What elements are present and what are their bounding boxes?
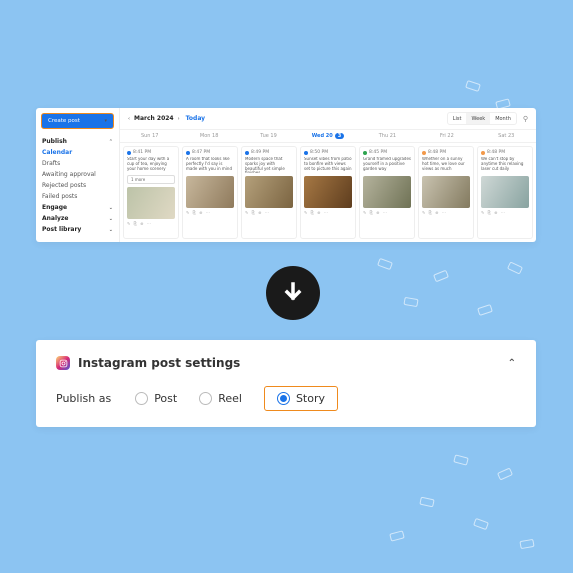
calendar-panel: Create post ▾ Publish⌃CalendarDraftsAwai…	[36, 108, 536, 242]
status-dot	[481, 151, 485, 155]
post-card[interactable]: 8:47 PM A room that looks like perfectly…	[182, 146, 238, 239]
post-actions[interactable]: ✎ ⎘ ⊕ ⋯	[363, 210, 411, 215]
post-actions[interactable]: ✎ ⎘ ⊕ ⋯	[422, 210, 470, 215]
create-post-button[interactable]: Create post ▾	[41, 113, 114, 129]
more-pill[interactable]: 1 more	[127, 175, 175, 184]
radio-label: Story	[296, 392, 325, 405]
status-dot	[186, 151, 190, 155]
sidebar-item[interactable]: Analyze⌄	[42, 213, 113, 224]
post-time: 8:45 PM	[369, 150, 387, 155]
post-image	[481, 176, 529, 208]
post-actions[interactable]: ✎ ⎘ ⊕ ⋯	[186, 210, 234, 215]
status-dot	[127, 151, 131, 155]
toolbar: ‹ March 2024 › Today ListWeekMonth ⚲	[120, 108, 536, 130]
day-header[interactable]: Sat 23	[477, 130, 536, 142]
settings-header[interactable]: Instagram post settings ⌃	[56, 356, 516, 370]
post-actions[interactable]: ✎ ⎘ ⊕ ⋯	[127, 221, 175, 226]
post-actions[interactable]: ✎ ⎘ ⊕ ⋯	[304, 210, 352, 215]
sidebar-item[interactable]: Awaiting approval	[42, 169, 113, 180]
post-text: A room that looks like perfectly I'd say…	[186, 157, 234, 173]
sidebar-item[interactable]: Publish⌃	[42, 136, 113, 147]
sidebar-item[interactable]: Calendar	[42, 147, 113, 158]
day-header[interactable]: Fri 22	[417, 130, 476, 142]
sidebar-item[interactable]: Failed posts	[42, 191, 113, 202]
post-time: 8:48 PM	[487, 150, 505, 155]
filter-icon[interactable]: ⚲	[523, 115, 528, 123]
publish-as-row: Publish as Post Reel Story	[56, 386, 516, 411]
sidebar: Create post ▾ Publish⌃CalendarDraftsAwai…	[36, 108, 120, 242]
day-headers: Sun 17Mon 18Tue 19Wed 203Thu 21Fri 22Sat…	[120, 130, 536, 143]
publish-as-label: Publish as	[56, 392, 111, 405]
radio-icon	[135, 392, 148, 405]
status-dot	[245, 151, 249, 155]
post-actions[interactable]: ✎ ⎘ ⊕ ⋯	[245, 210, 293, 215]
post-text: Modern space that sparks joy with beauti…	[245, 157, 293, 173]
arrow-down-icon	[266, 266, 320, 320]
view-option[interactable]: List	[448, 113, 467, 124]
chevron-down-icon: ▾	[104, 118, 107, 124]
settings-title: Instagram post settings	[78, 356, 240, 370]
post-image	[245, 176, 293, 208]
day-header[interactable]: Tue 19	[239, 130, 298, 142]
radio-icon	[199, 392, 212, 405]
radio-label: Post	[154, 392, 177, 405]
post-text: Sunset vibes from patio to bonfire with …	[304, 157, 352, 173]
next-button[interactable]: ›	[178, 116, 180, 122]
settings-panel: Instagram post settings ⌃ Publish as Pos…	[36, 340, 536, 427]
chevron-down-icon: ⌄	[109, 216, 113, 222]
view-option[interactable]: Month	[490, 113, 516, 124]
status-dot	[422, 151, 426, 155]
chevron-down-icon: ⌄	[109, 227, 113, 233]
view-option[interactable]: Week	[466, 113, 490, 124]
sidebar-item[interactable]: Engage⌄	[42, 202, 113, 213]
instagram-icon	[56, 356, 70, 370]
post-image	[304, 176, 352, 208]
create-post-label: Create post	[48, 118, 80, 124]
post-card[interactable]: 8:41 PM Start your day with a cup of tea…	[123, 146, 179, 239]
month-label: March 2024	[134, 115, 174, 122]
post-time: 8:47 PM	[192, 150, 210, 155]
day-header[interactable]: Wed 203	[298, 130, 357, 142]
post-card[interactable]: 8:50 PM Sunset vibes from patio to bonfi…	[300, 146, 356, 239]
post-cards: 8:41 PM Start your day with a cup of tea…	[120, 143, 536, 242]
day-header[interactable]: Mon 18	[179, 130, 238, 142]
radio-label: Reel	[218, 392, 242, 405]
post-text: Grand framed upgrades yourself in a posi…	[363, 157, 411, 173]
post-card[interactable]: 8:48 PM We can't stop by anytime this re…	[477, 146, 533, 239]
status-dot	[304, 151, 308, 155]
post-text: Whether on a sunny hot time, we love our…	[422, 157, 470, 173]
sidebar-item[interactable]: Drafts	[42, 158, 113, 169]
radio-post[interactable]: Post	[135, 392, 177, 405]
day-header[interactable]: Thu 21	[358, 130, 417, 142]
post-text: Start your day with a cup of tea, enjoyi…	[127, 157, 175, 173]
chevron-up-icon: ⌃	[508, 358, 516, 369]
post-card[interactable]: 8:48 PM Whether on a sunny hot time, we …	[418, 146, 474, 239]
post-time: 8:50 PM	[310, 150, 328, 155]
chevron-down-icon: ⌃	[109, 139, 113, 145]
post-image	[186, 176, 234, 208]
sidebar-item[interactable]: Rejected posts	[42, 180, 113, 191]
post-time: 8:41 PM	[133, 150, 151, 155]
post-text: We can't stop by anytime this relaxing l…	[481, 157, 529, 173]
post-card[interactable]: 8:49 PM Modern space that sparks joy wit…	[241, 146, 297, 239]
main-area: ‹ March 2024 › Today ListWeekMonth ⚲ Sun…	[120, 108, 536, 242]
day-header[interactable]: Sun 17	[120, 130, 179, 142]
today-button[interactable]: Today	[186, 115, 206, 122]
post-image	[127, 187, 175, 219]
radio-icon	[277, 392, 290, 405]
sidebar-item[interactable]: Post library⌄	[42, 224, 113, 235]
post-image	[363, 176, 411, 208]
chevron-down-icon: ⌄	[109, 205, 113, 211]
post-actions[interactable]: ✎ ⎘ ⊕ ⋯	[481, 210, 529, 215]
post-image	[422, 176, 470, 208]
radio-reel[interactable]: Reel	[199, 392, 242, 405]
status-dot	[363, 151, 367, 155]
post-card[interactable]: 8:45 PM Grand framed upgrades yourself i…	[359, 146, 415, 239]
prev-button[interactable]: ‹	[128, 116, 130, 122]
view-segment[interactable]: ListWeekMonth	[447, 112, 517, 125]
post-time: 8:48 PM	[428, 150, 446, 155]
radio-story[interactable]: Story	[264, 386, 338, 411]
post-time: 8:49 PM	[251, 150, 269, 155]
